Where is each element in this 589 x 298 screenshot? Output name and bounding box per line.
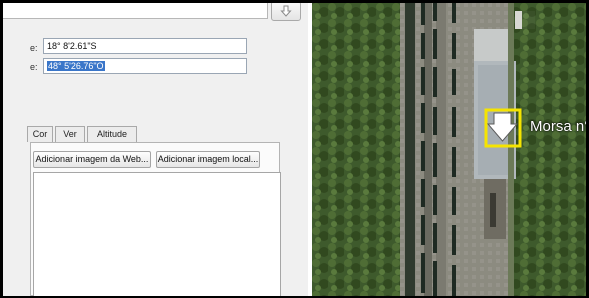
longitude-input[interactable]: 48° 5'26.76"O xyxy=(43,58,247,74)
satellite-imagery xyxy=(312,3,586,296)
frame-border-top xyxy=(0,0,589,3)
add-local-image-button[interactable]: Adicionar imagem local... xyxy=(156,151,260,168)
tab-altitude[interactable]: Altitude xyxy=(87,126,137,142)
tab-color[interactable]: Cor xyxy=(27,126,53,142)
add-web-image-button[interactable]: Adicionar imagem da Web... xyxy=(33,151,151,168)
latitude-value: 18° 8'2.61"S xyxy=(47,41,97,51)
placemark-label[interactable]: Morsa n° 07 xyxy=(530,118,586,135)
longitude-value: 48° 5'26.76"O xyxy=(47,61,105,71)
frame-border-left xyxy=(0,0,3,298)
description-textarea[interactable] xyxy=(33,172,281,298)
latitude-label: e: xyxy=(30,43,38,53)
satellite-map[interactable]: Morsa n° 07 xyxy=(312,3,586,296)
latitude-input[interactable]: 18° 8'2.61"S xyxy=(43,38,247,54)
tab-view[interactable]: Ver xyxy=(55,126,85,142)
longitude-label: e: xyxy=(30,62,38,72)
placemark-icon-button[interactable] xyxy=(271,1,301,21)
down-arrow-icon xyxy=(280,5,292,17)
name-field[interactable] xyxy=(0,3,268,19)
placemark-properties-dialog: e: 18° 8'2.61"S e: 48° 5'26.76"O Cor Ver… xyxy=(0,1,308,298)
screenshot-frame: e: 18° 8'2.61"S e: 48° 5'26.76"O Cor Ver… xyxy=(0,0,589,298)
